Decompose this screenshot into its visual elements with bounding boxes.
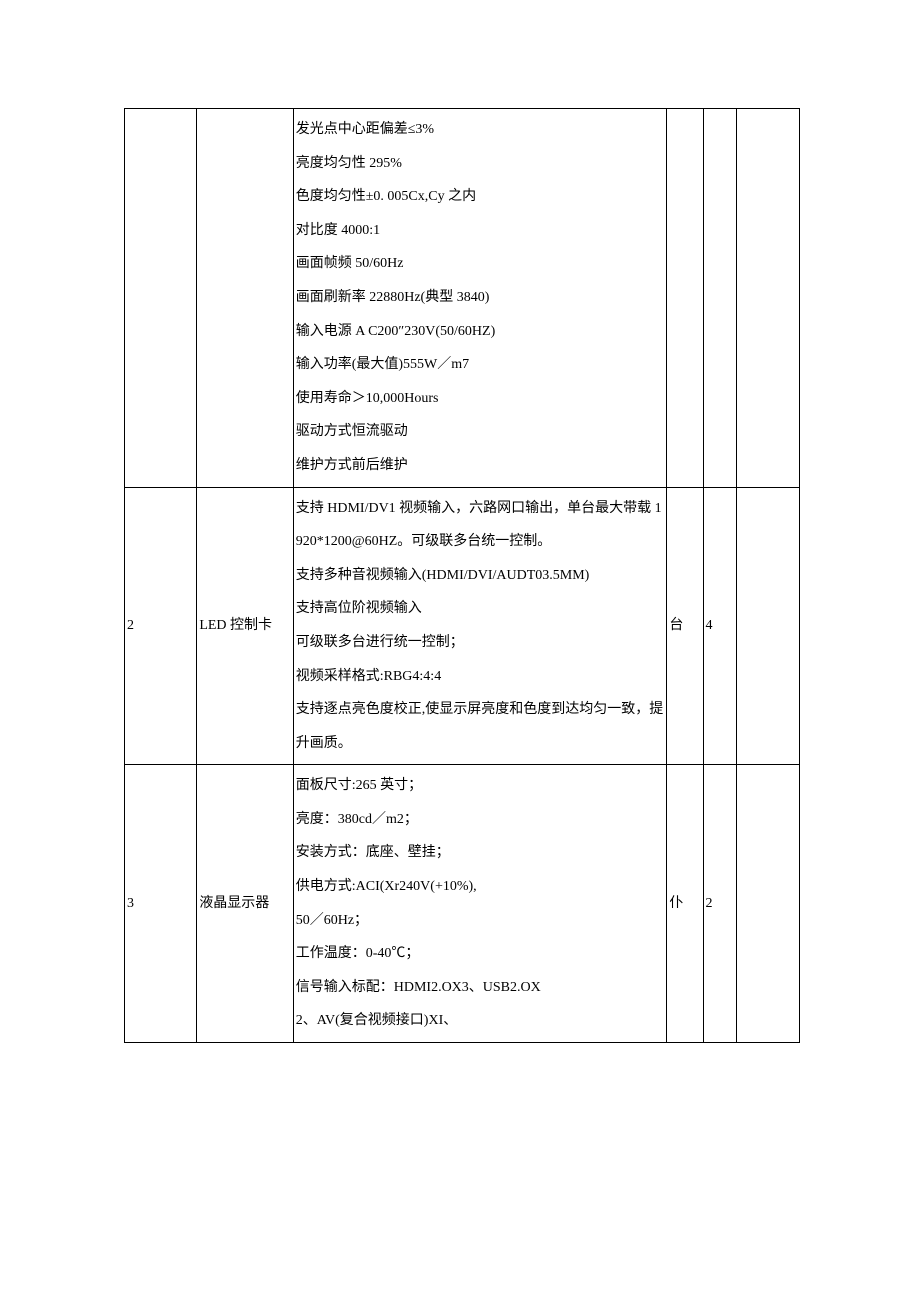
table-row: 3液晶显示器面板尺寸:265 英寸；亮度：380cd／m2；安装方式：底座、壁挂… — [125, 765, 800, 1043]
row-index: 3 — [125, 765, 197, 1043]
item-extra — [737, 487, 800, 765]
item-name: LED 控制卡 — [197, 487, 293, 765]
item-unit — [667, 109, 703, 488]
spec-table: 发光点中心距偏差≤3%亮度均匀性 295%色度均匀性±0. 005Cx,Cy 之… — [124, 108, 800, 1043]
row-index — [125, 109, 197, 488]
spec-line: 画面帧频 50/60Hz — [296, 247, 665, 281]
spec-line: 色度均匀性±0. 005Cx,Cy 之内 — [296, 180, 665, 214]
spec-line: 输入电源 A C200″230V(50/60HZ) — [296, 315, 665, 349]
item-extra — [737, 765, 800, 1043]
item-unit: 台 — [667, 487, 703, 765]
item-spec: 发光点中心距偏差≤3%亮度均匀性 295%色度均匀性±0. 005Cx,Cy 之… — [293, 109, 667, 488]
spec-line: 安装方式：底座、壁挂； — [296, 836, 665, 870]
spec-line: 供电方式:ACI(Xr240V(+10%), — [296, 870, 665, 904]
spec-line: 亮度：380cd／m2； — [296, 803, 665, 837]
spec-line: 支持多种音视频输入(HDMI/DVI/AUDT03.5MM) — [296, 559, 665, 593]
spec-line: 工作温度：0-40℃； — [296, 937, 665, 971]
spec-line: 亮度均匀性 295% — [296, 147, 665, 181]
item-spec: 支持 HDMI/DV1 视频输入，六路网口输出，单台最大带载 1920*1200… — [293, 487, 667, 765]
spec-line: 2、AV(复合视频接口)XI、 — [296, 1004, 665, 1038]
item-extra — [737, 109, 800, 488]
row-index: 2 — [125, 487, 197, 765]
spec-line: 可级联多台进行统一控制； — [296, 626, 665, 660]
spec-line: 支持逐点亮色度校正,使显示屏亮度和色度到达均匀一致，提升画质。 — [296, 693, 665, 760]
spec-line: 面板尺寸:265 英寸； — [296, 769, 665, 803]
spec-line: 发光点中心距偏差≤3% — [296, 113, 665, 147]
spec-line: 使用寿命＞10,000Hours — [296, 382, 665, 416]
item-qty: 2 — [703, 765, 737, 1043]
item-qty — [703, 109, 737, 488]
spec-line: 信号输入标配：HDMI2.OX3、USB2.OX — [296, 971, 665, 1005]
spec-line: 画面刷新率 22880Hz(典型 3840) — [296, 281, 665, 315]
spec-line: 支持 HDMI/DV1 视频输入，六路网口输出，单台最大带载 1920*1200… — [296, 492, 665, 559]
spec-line: 支持高位阶视频输入 — [296, 592, 665, 626]
item-name: 液晶显示器 — [197, 765, 293, 1043]
spec-line: 驱动方式恒流驱动 — [296, 415, 665, 449]
item-qty: 4 — [703, 487, 737, 765]
item-name — [197, 109, 293, 488]
item-unit: 仆 — [667, 765, 703, 1043]
spec-line: 维护方式前后维护 — [296, 449, 665, 483]
table-row: 发光点中心距偏差≤3%亮度均匀性 295%色度均匀性±0. 005Cx,Cy 之… — [125, 109, 800, 488]
table-row: 2LED 控制卡支持 HDMI/DV1 视频输入，六路网口输出，单台最大带载 1… — [125, 487, 800, 765]
spec-line: 视频采样格式:RBG4:4:4 — [296, 660, 665, 694]
spec-line: 对比度 4000:1 — [296, 214, 665, 248]
item-spec: 面板尺寸:265 英寸；亮度：380cd／m2；安装方式：底座、壁挂；供电方式:… — [293, 765, 667, 1043]
spec-line: 输入功率(最大值)555W／m7 — [296, 348, 665, 382]
spec-line: 50／60Hz； — [296, 904, 665, 938]
